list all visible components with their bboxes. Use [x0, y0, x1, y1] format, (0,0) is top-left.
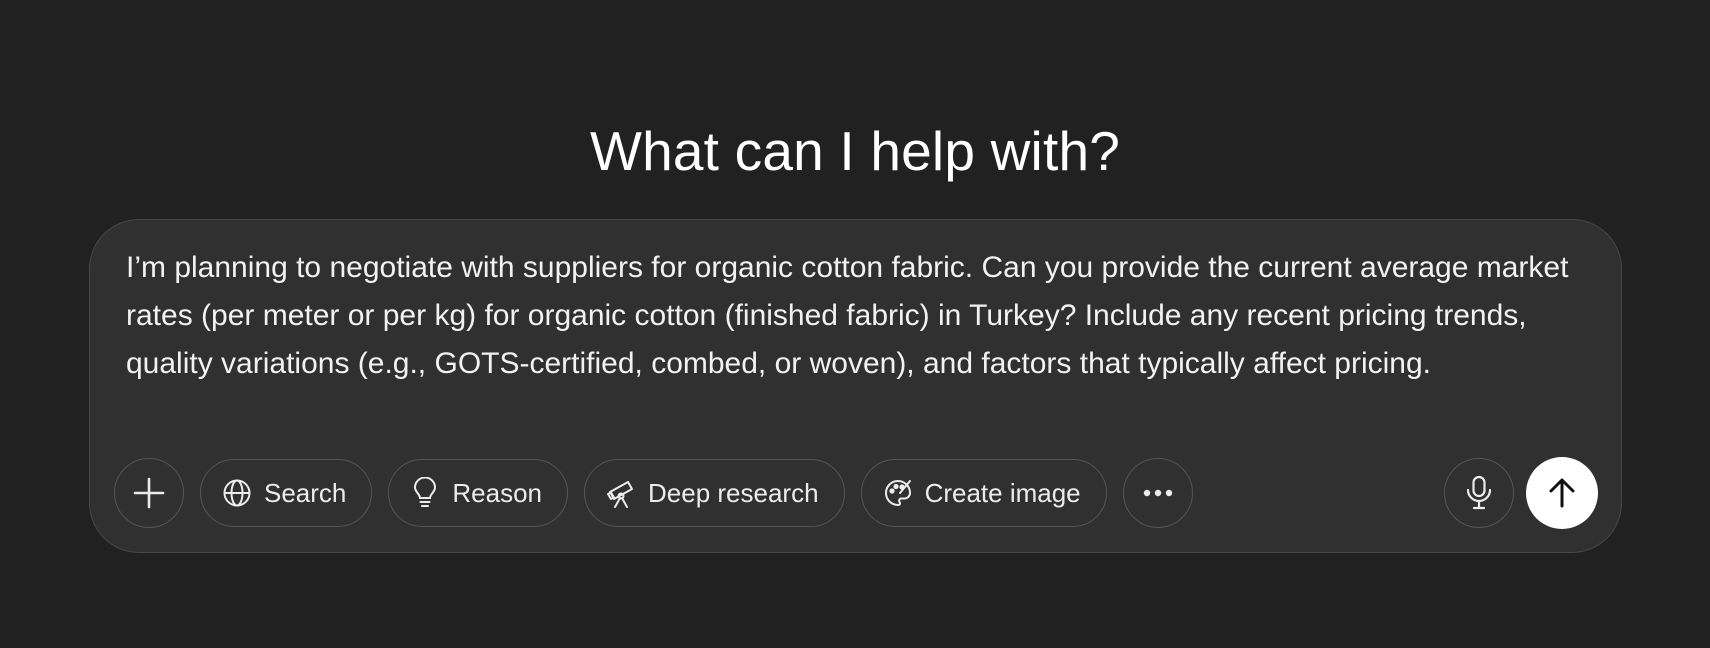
- composer-toolbar: Search Reason Deep research Create image: [114, 457, 1209, 529]
- lightbulb-icon: [409, 477, 441, 509]
- more-tools-button[interactable]: [1122, 458, 1193, 528]
- telescope-icon: [605, 477, 637, 509]
- voice-input-button[interactable]: [1444, 458, 1514, 528]
- create-image-button[interactable]: Create image: [860, 459, 1107, 527]
- arrow-up-icon: [1547, 477, 1577, 509]
- search-button-label: Search: [264, 477, 347, 508]
- reason-button[interactable]: Reason: [388, 459, 569, 527]
- attach-button[interactable]: [114, 458, 184, 528]
- palette-icon: [882, 477, 914, 509]
- search-button[interactable]: Search: [200, 459, 373, 527]
- globe-icon: [221, 477, 253, 509]
- send-button[interactable]: [1526, 457, 1598, 529]
- prompt-input[interactable]: I’m planning to negotiate with suppliers…: [126, 244, 1596, 388]
- deep-research-button[interactable]: Deep research: [584, 459, 845, 527]
- composer-right-tools: [1444, 457, 1598, 529]
- reason-button-label: Reason: [452, 477, 543, 508]
- prompt-composer: I’m planning to negotiate with suppliers…: [89, 219, 1622, 553]
- plus-icon: [132, 476, 166, 510]
- page-heading: What can I help with?: [589, 119, 1121, 182]
- ellipsis-icon: [1141, 488, 1175, 498]
- deep-research-button-label: Deep research: [648, 477, 819, 508]
- microphone-icon: [1465, 475, 1493, 511]
- page: What can I help with? I’m planning to ne…: [0, 0, 1710, 648]
- create-image-button-label: Create image: [924, 477, 1081, 508]
